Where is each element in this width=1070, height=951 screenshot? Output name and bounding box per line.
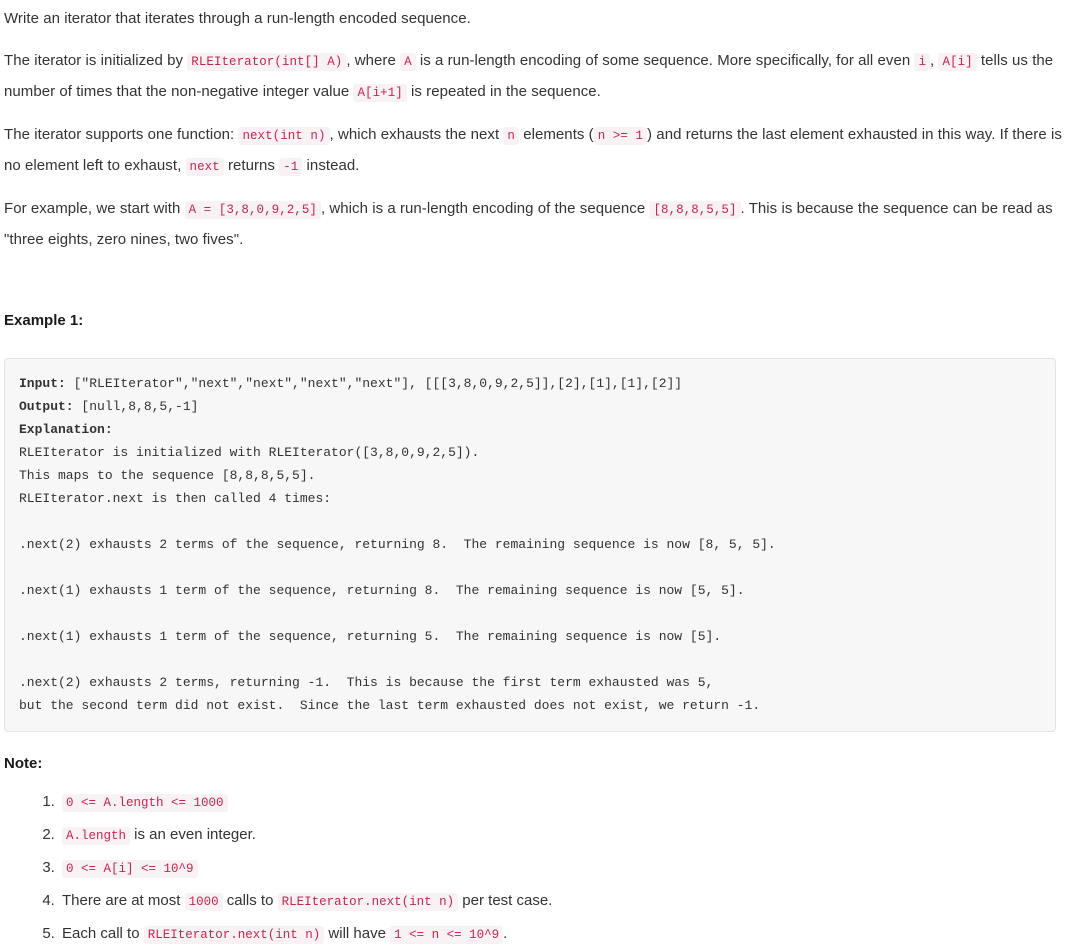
inline-code: A.length [62, 827, 131, 845]
code-line-label: Explanation: [19, 422, 113, 437]
inline-code: i [914, 53, 931, 71]
problem-description-page: Write an iterator that iterates through … [0, 0, 1070, 951]
inline-code: RLEIterator.next(int n) [143, 926, 325, 944]
inline-code: 0 <= A.length <= 1000 [62, 794, 228, 812]
inline-code: A [400, 53, 416, 71]
code-line-label: Output: [19, 399, 82, 414]
inline-code: A[i] [938, 53, 977, 71]
problem-paragraph: The iterator supports one function: next… [4, 126, 1062, 176]
note-list-item: Each call to RLEIterator.next(int n) wil… [59, 918, 1064, 951]
inline-code: 1000 [184, 893, 223, 911]
note-list-item: A.length is an even integer. [59, 819, 1064, 852]
inline-code: 1 <= n <= 10^9 [390, 926, 504, 944]
example-heading: Example 1: [4, 312, 84, 329]
inline-code: [8,8,8,5,5] [649, 201, 741, 219]
example-code-block: Input: ["RLEIterator","next","next","nex… [4, 358, 1056, 732]
inline-code: RLEIterator.next(int n) [277, 893, 459, 911]
note-list-item: There are at most 1000 calls to RLEItera… [59, 885, 1064, 918]
problem-paragraph: The iterator is initialized by RLEIterat… [4, 52, 1054, 102]
problem-statement: Write an iterator that iterates through … [4, 4, 1064, 255]
inline-code: RLEIterator(int[] A) [187, 53, 347, 71]
note-list-item: 0 <= A.length <= 1000 [59, 786, 1064, 819]
problem-paragraph: For example, we start with A = [3,8,0,9,… [4, 200, 1053, 248]
note-list-item: 0 <= A[i] <= 10^9 [59, 852, 1064, 885]
inline-code: A[i+1] [353, 84, 407, 102]
problem-paragraph: Write an iterator that iterates through … [4, 10, 471, 27]
inline-code: 0 <= A[i] <= 10^9 [62, 860, 198, 878]
note-list: 0 <= A.length <= 1000 A.length is an even… [4, 786, 1064, 951]
inline-code: next(int n) [238, 127, 330, 145]
inline-code: -1 [279, 158, 303, 176]
code-line-label: Input: [19, 376, 74, 391]
inline-code: n [503, 127, 519, 145]
note-heading: Note: [4, 755, 43, 772]
inline-code: n >= 1 [593, 127, 648, 145]
inline-code: A = [3,8,0,9,2,5] [184, 201, 321, 219]
inline-code: next [185, 158, 224, 176]
